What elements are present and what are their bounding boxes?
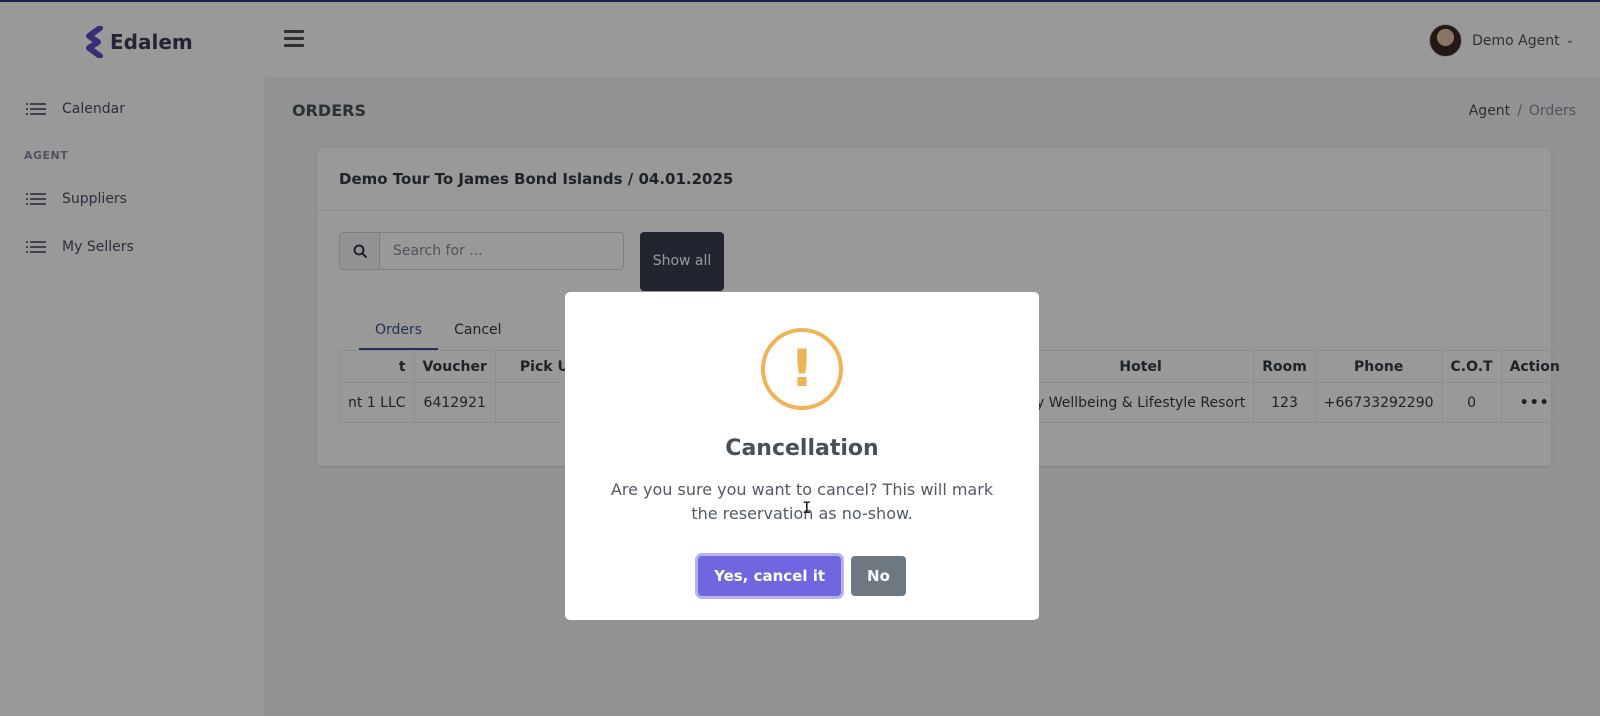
dialog-title: Cancellation (725, 436, 879, 461)
app-root: Edalem Demo Agent ⌄ Calendar AGENT Suppl… (0, 0, 1600, 716)
dialog-actions: Yes, cancel it No (565, 556, 1039, 596)
cancellation-dialog: ! Cancellation Are you sure you want to … (565, 292, 1039, 620)
dismiss-button[interactable]: No (851, 556, 906, 596)
warning-icon: ! (761, 328, 843, 410)
confirm-cancel-button[interactable]: Yes, cancel it (698, 556, 842, 596)
text-cursor-icon: I (802, 498, 812, 517)
